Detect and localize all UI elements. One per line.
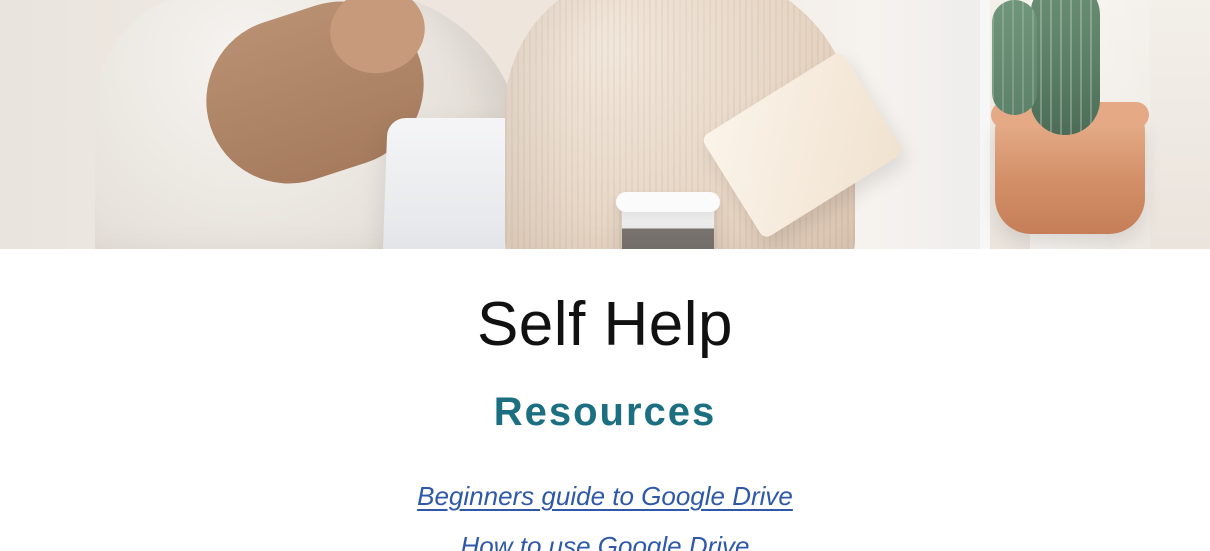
coffee-cup bbox=[616, 192, 720, 249]
hero-image bbox=[0, 0, 1210, 249]
link-beginners-guide-google-drive[interactable]: Beginners guide to Google Drive bbox=[417, 479, 793, 513]
cactus-plant bbox=[992, 0, 1100, 135]
main-content: Self Help Resources Beginners guide to G… bbox=[0, 249, 1210, 551]
resource-links: Beginners guide to Google Drive How to u… bbox=[0, 479, 1210, 551]
page: Self Help Resources Beginners guide to G… bbox=[0, 0, 1210, 551]
resource-link-row: How to use Google Drive bbox=[0, 529, 1210, 551]
resources-heading: Resources bbox=[493, 390, 717, 434]
resource-link-row: Beginners guide to Google Drive bbox=[0, 479, 1210, 513]
page-title: Self Help bbox=[476, 290, 734, 359]
link-how-to-use-google-drive[interactable]: How to use Google Drive bbox=[460, 529, 749, 551]
